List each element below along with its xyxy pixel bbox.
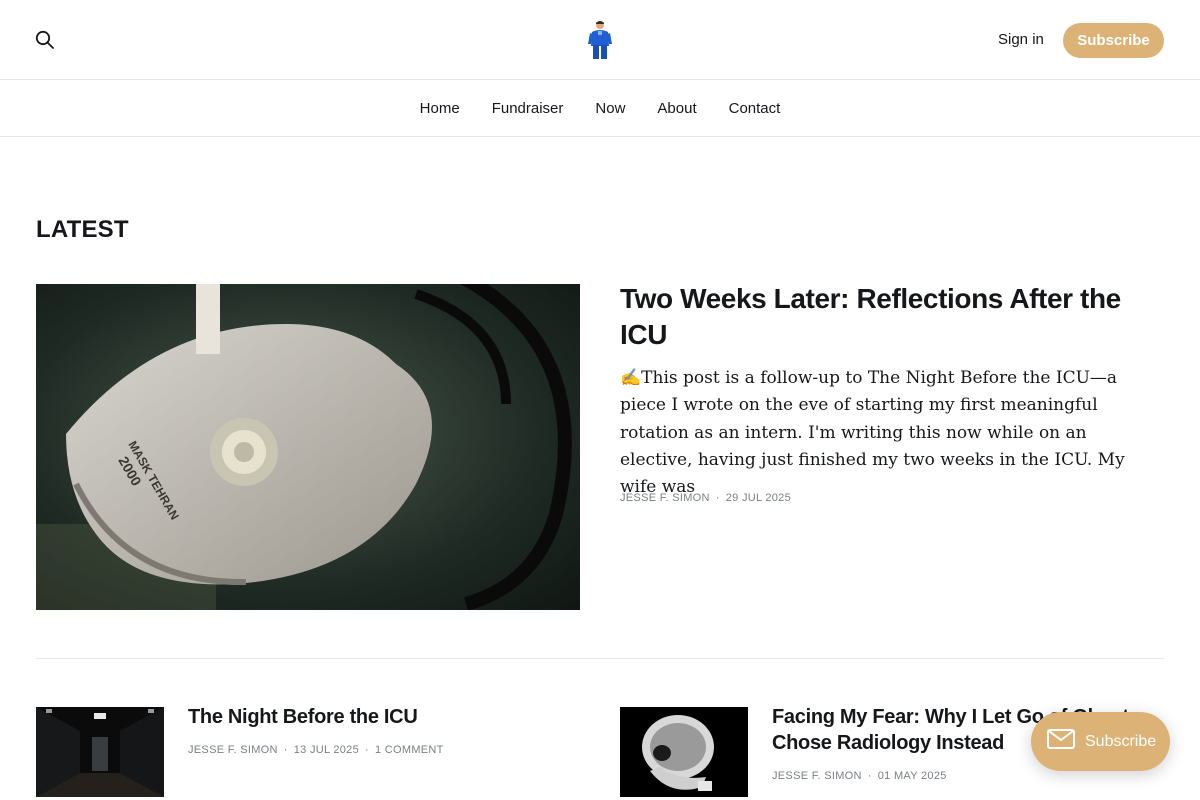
post-date: 01 MAY 2025	[877, 770, 947, 782]
portal-subscribe-button[interactable]: Subscribe	[1031, 712, 1170, 771]
post-image-skull-xray[interactable]	[620, 707, 748, 797]
post-date: 13 JUL 2025	[293, 744, 360, 756]
nav-item-now[interactable]: Now	[595, 100, 625, 117]
post-image-hallway[interactable]	[36, 707, 164, 797]
post-author[interactable]: JESSE F. SIMON	[188, 744, 278, 756]
nav-item-fundraiser[interactable]: Fundraiser	[492, 100, 564, 117]
sign-in-link[interactable]: Sign in	[998, 31, 1044, 48]
site-header: Sign in Subscribe	[0, 0, 1200, 80]
post-title[interactable]: The Night Before the ICU	[188, 704, 580, 730]
site-logo[interactable]	[586, 20, 614, 60]
meta-separator: ·	[283, 744, 288, 756]
post-date: 29 JUL 2025	[725, 492, 792, 504]
featured-post-title[interactable]: Two Weeks Later: Reflections After the I…	[620, 281, 1164, 353]
nav-item-contact[interactable]: Contact	[729, 100, 781, 117]
subscribe-button[interactable]: Subscribe	[1063, 23, 1164, 58]
latest-section-title: LATEST	[36, 216, 129, 243]
post-title-line: Chose Radiology Instead	[772, 732, 1005, 754]
post-comments-link[interactable]: 1 COMMENT	[375, 744, 444, 756]
meta-separator: ·	[867, 770, 872, 782]
post-meta: JESSE F. SIMON · 13 JUL 2025 · 1 COMMENT	[188, 744, 444, 756]
meta-separator: ·	[365, 744, 369, 756]
featured-post-meta: JESSE F. SIMON · 29 JUL 2025	[620, 492, 791, 504]
nav-item-home[interactable]: Home	[420, 100, 460, 117]
featured-post-excerpt: ✍️This post is a follow-up to The Night …	[620, 368, 1125, 498]
portal-subscribe-label: Subscribe	[1085, 732, 1157, 750]
post-author[interactable]: JESSE F. SIMON	[620, 492, 710, 504]
search-icon[interactable]	[34, 29, 56, 51]
main-navigation: Home Fundraiser Now About Contact	[0, 80, 1200, 137]
section-divider	[36, 658, 1164, 659]
featured-post-image[interactable]: MASK TEHRAN 2000	[36, 284, 580, 610]
meta-separator: ·	[715, 492, 720, 504]
post-meta: JESSE F. SIMON · 01 MAY 2025	[772, 770, 947, 782]
post-author[interactable]: JESSE F. SIMON	[772, 770, 862, 782]
mail-icon	[1047, 729, 1075, 754]
nav-item-about[interactable]: About	[657, 100, 696, 117]
